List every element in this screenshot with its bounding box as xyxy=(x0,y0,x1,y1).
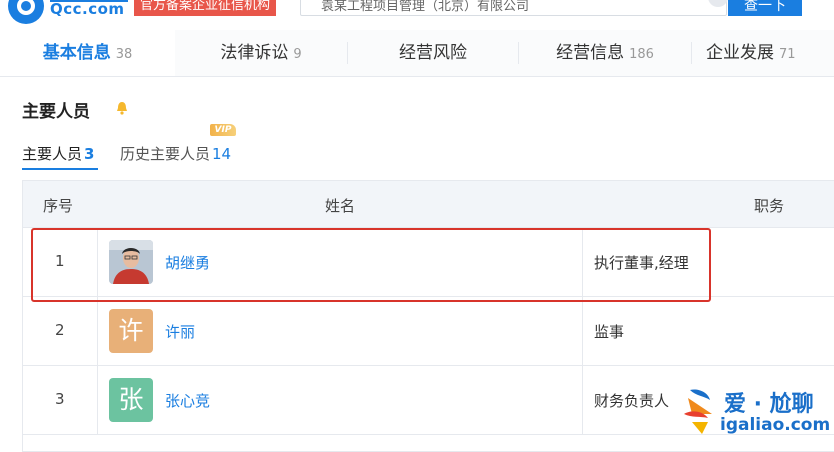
avatar[interactable]: 许 xyxy=(109,309,153,353)
subtab-key-personnel[interactable]: 主要人员 3 xyxy=(22,143,94,164)
bell-icon[interactable] xyxy=(116,101,128,115)
top-header: Qcc.com 官方备案企业征信机构 袁某工程项目管理（北京）有限公司 查一下 xyxy=(0,0,834,30)
tab-count: 71 xyxy=(779,47,796,62)
search-input-value: 袁某工程项目管理（北京）有限公司 xyxy=(321,0,530,14)
search-input[interactable]: 袁某工程项目管理（北京）有限公司 xyxy=(300,0,728,16)
avatar[interactable]: 张 xyxy=(109,378,153,422)
watermark-title: 爱 · 尬聊 xyxy=(724,392,814,417)
logo-text[interactable]: Qcc.com xyxy=(50,0,125,18)
main-tabs: 基本信息 38 法律诉讼 9 经营风险 经营信息 186 企业发展 71 xyxy=(0,30,834,77)
vip-badge: VIP xyxy=(210,124,236,136)
highlight-annotation-box xyxy=(31,228,711,302)
tab-divider xyxy=(691,42,692,64)
tab-basic-info[interactable]: 基本信息 38 xyxy=(0,30,175,76)
subtab-count: 3 xyxy=(84,145,95,163)
tab-business-risk[interactable]: 经营风险 xyxy=(348,30,518,76)
section-title: 主要人员 xyxy=(22,102,90,122)
official-badge: 官方备案企业征信机构 xyxy=(134,0,277,16)
subtab-label: 主要人员 xyxy=(22,145,83,163)
tab-count: 38 xyxy=(115,47,133,62)
row-index: 3 xyxy=(55,390,65,408)
person-name-link[interactable]: 张心竞 xyxy=(165,390,210,411)
watermark: 爱 · 尬聊 igaliao.com xyxy=(678,384,831,444)
qcc-logo-icon[interactable] xyxy=(8,0,44,24)
watermark-logo-icon xyxy=(684,389,712,434)
table-row: 2 许 许丽 监事 xyxy=(23,297,834,366)
header-index: 序号 xyxy=(43,197,74,215)
clear-icon[interactable] xyxy=(708,0,728,7)
person-role: 监事 xyxy=(594,323,625,341)
person-name-link[interactable]: 许丽 xyxy=(165,321,195,342)
search-button[interactable]: 查一下 xyxy=(728,0,802,16)
table-header: 序号 姓名 职务 xyxy=(23,181,834,228)
header-role: 职务 xyxy=(754,197,785,215)
tab-count: 186 xyxy=(629,47,654,62)
tab-count: 9 xyxy=(293,47,302,62)
tab-label: 法律诉讼 xyxy=(220,43,289,63)
column-divider xyxy=(582,366,583,434)
active-subtab-underline xyxy=(22,168,98,170)
tab-label: 经营风险 xyxy=(399,43,467,63)
row-index: 2 xyxy=(55,321,65,339)
header-name: 姓名 xyxy=(325,197,356,215)
column-divider xyxy=(582,297,583,365)
person-role: 财务负责人 xyxy=(594,392,670,410)
tab-label: 经营信息 xyxy=(556,43,625,63)
tab-company-development[interactable]: 企业发展 71 xyxy=(706,30,834,76)
tab-label: 基本信息 xyxy=(42,43,111,63)
subtab-history-personnel[interactable]: 历史主要人员 14 xyxy=(120,143,231,164)
column-divider xyxy=(97,366,98,434)
watermark-url: igaliao.com xyxy=(720,415,831,435)
tab-legal-litigation[interactable]: 法律诉讼 9 xyxy=(175,30,347,76)
subtab-label: 历史主要人员 xyxy=(120,145,211,163)
tab-business-info[interactable]: 经营信息 186 xyxy=(519,30,691,76)
subtab-count: 14 xyxy=(212,145,232,163)
column-divider xyxy=(97,297,98,365)
tab-label: 企业发展 xyxy=(706,43,774,63)
